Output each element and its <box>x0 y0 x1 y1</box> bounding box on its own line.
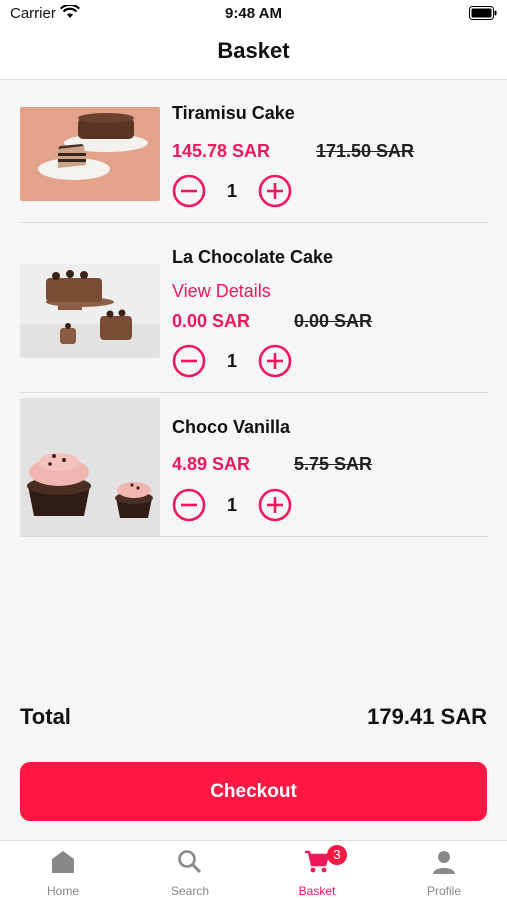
tiramisu-cake-image[interactable] <box>20 107 160 201</box>
cart-count-badge: 3 <box>327 845 347 865</box>
item-price: 0.00 SAR <box>172 311 251 331</box>
home-icon <box>52 851 74 873</box>
item-old-price: 0.00 SAR <box>294 311 373 331</box>
search-icon <box>178 850 202 874</box>
tab-bar: Home Search 3 Basket Profile <box>0 840 507 900</box>
item-old-price: 171.50 SAR <box>316 141 415 161</box>
basket-item: Tiramisu Cake 145.78 SAR 171.50 SAR 1 <box>20 81 488 223</box>
navigation-bar: Basket <box>0 28 507 80</box>
decrease-quantity-button[interactable] <box>172 488 206 522</box>
tab-search[interactable]: Search <box>127 841 253 900</box>
person-icon <box>433 851 455 874</box>
item-old-price: 5.75 SAR <box>294 454 373 474</box>
view-details-link[interactable]: View Details <box>172 281 271 302</box>
increase-quantity-button[interactable] <box>258 488 292 522</box>
item-price: 4.89 SAR <box>172 454 251 474</box>
status-bar: Carrier 9:48 AM <box>0 0 507 28</box>
tab-basket[interactable]: 3 Basket <box>254 841 380 900</box>
checkout-button[interactable]: Checkout <box>20 762 487 821</box>
tab-home[interactable]: Home <box>0 841 126 900</box>
la-chocolate-cake-image[interactable] <box>20 264 160 358</box>
tab-label: Home <box>46 884 79 898</box>
increase-quantity-button[interactable] <box>258 174 292 208</box>
clock: 9:48 AM <box>225 5 282 22</box>
basket-item: Choco Vanilla 4.89 SAR 5.75 SAR 1 <box>20 393 488 537</box>
total-label: Total <box>20 704 71 729</box>
item-name: Tiramisu Cake <box>172 103 295 123</box>
quantity-value: 1 <box>226 495 237 515</box>
choco-vanilla-image[interactable] <box>20 398 160 536</box>
tab-label: Basket <box>298 884 336 898</box>
tab-label: Search <box>170 884 210 898</box>
battery-icon <box>469 6 497 20</box>
total-value: 179.41 SAR <box>367 704 487 729</box>
item-price: 145.78 SAR <box>172 141 271 161</box>
increase-quantity-button[interactable] <box>258 344 292 378</box>
item-name: La Chocolate Cake <box>172 247 334 267</box>
basket-item: La Chocolate Cake View Details 0.00 SAR … <box>20 223 488 393</box>
decrease-quantity-button[interactable] <box>172 174 206 208</box>
tab-profile[interactable]: Profile <box>381 841 507 900</box>
quantity-value: 1 <box>226 351 237 371</box>
page-title: Basket <box>217 38 290 63</box>
quantity-value: 1 <box>226 181 237 201</box>
tab-label: Profile <box>426 884 461 898</box>
decrease-quantity-button[interactable] <box>172 344 206 378</box>
item-name: Choco Vanilla <box>172 417 291 437</box>
